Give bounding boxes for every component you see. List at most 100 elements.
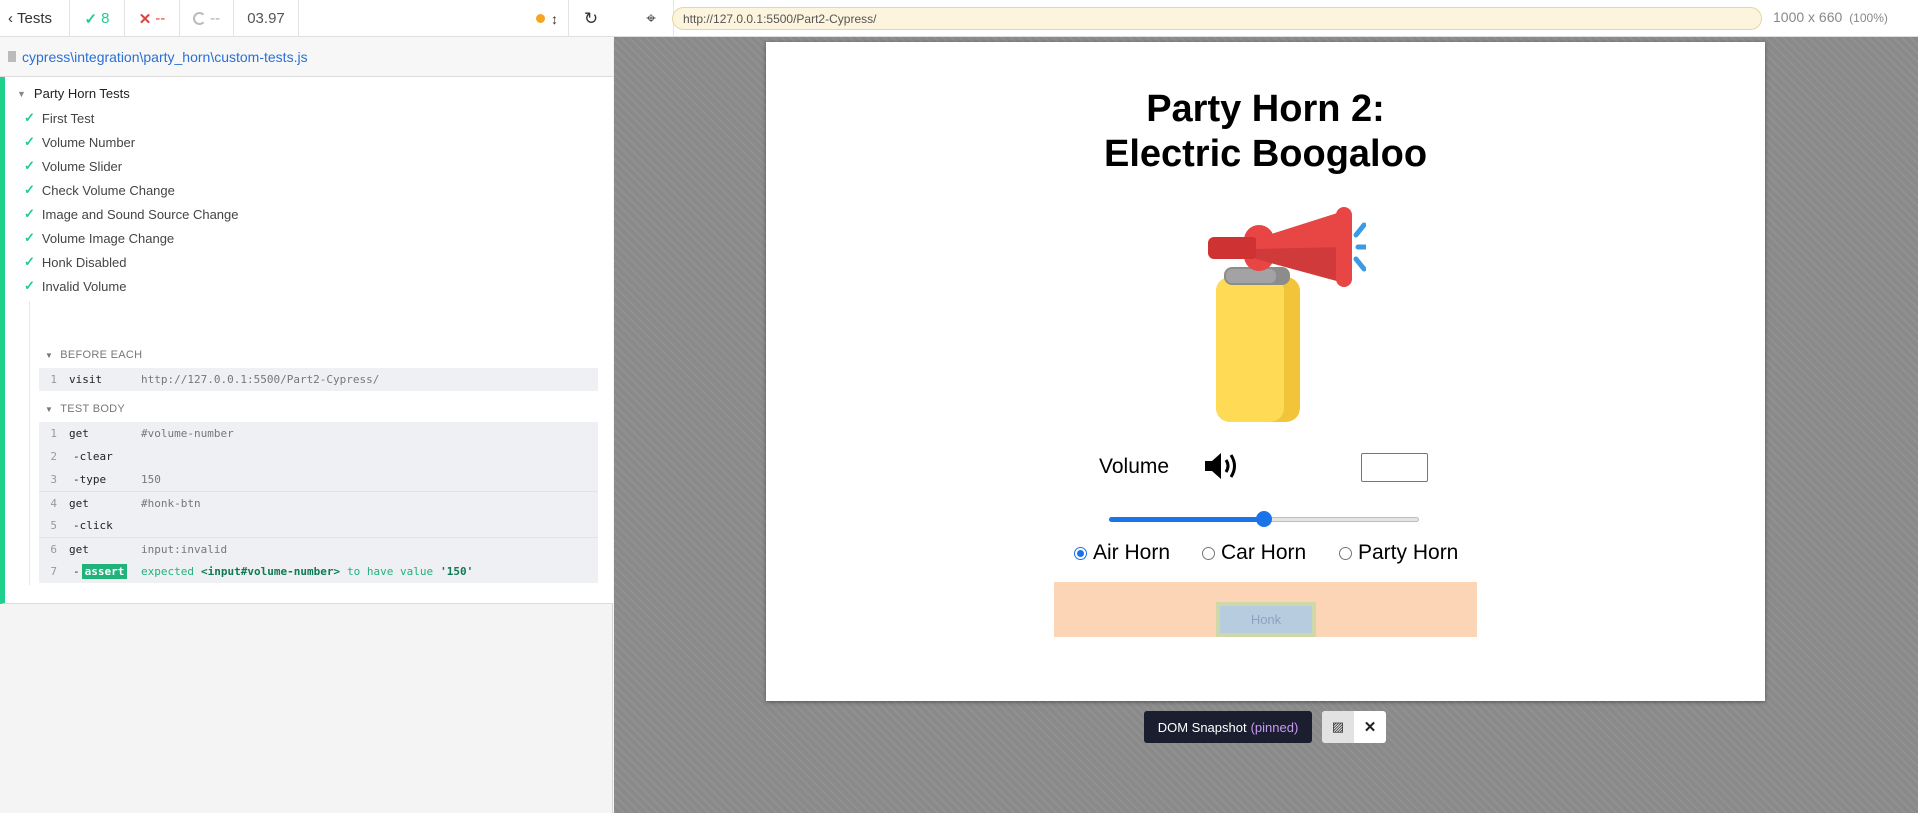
snapshot-label: DOM Snapshot [1157, 719, 1247, 735]
rerun-button[interactable]: ↻ [568, 0, 613, 37]
test-item[interactable]: ✓ Honk Disabled [24, 254, 126, 270]
assert-message: expected <input#volume-number> to have v… [141, 565, 473, 578]
check-icon: ✓ [24, 206, 35, 221]
duration-stat: 03.97 [234, 0, 299, 37]
viewport-info[interactable]: 1000 x 660 (100%) [1773, 9, 1888, 25]
caret-down-icon: ▼ [17, 88, 26, 99]
radio-label: Air Horn [1093, 541, 1171, 564]
command-prefix: - [73, 565, 80, 578]
radio-air-horn[interactable] [1074, 546, 1087, 560]
command-row[interactable]: 1 visit http://127.0.0.1:5500/Part2-Cypr… [39, 368, 598, 391]
command-number: 4 [50, 496, 57, 510]
command-number: 2 [50, 450, 57, 463]
test-body-hook-header[interactable]: ▼ TEST BODY [45, 403, 125, 415]
horn-option-party[interactable]: Party Horn [1339, 541, 1458, 565]
hook-label: BEFORE EACH [60, 349, 143, 361]
test-item[interactable]: ✓ Volume Slider [24, 158, 122, 174]
crosshair-icon: ⌖ [646, 8, 656, 28]
title-line-1: Party Horn 2: [1146, 88, 1385, 130]
failed-stat: ✕ -- [125, 0, 180, 37]
command-number: 7 [50, 565, 57, 578]
back-label: Tests [17, 10, 53, 27]
command-row[interactable]: 1 get #volume-number [39, 422, 598, 445]
test-title: First Test [41, 110, 95, 126]
radio-label: Car Horn [1221, 541, 1307, 564]
reporter-stats-bar: ‹ Tests ✓ 8 ✕ -- -- 03.97 ↕ ↻ [0, 0, 613, 37]
air-horn-image [1208, 207, 1366, 422]
pending-count: -- [210, 10, 220, 27]
command-name: -type [73, 473, 107, 486]
test-title: Volume Slider [41, 158, 123, 174]
check-icon: ✓ [24, 110, 35, 125]
test-item[interactable]: ✓ Volume Number [24, 134, 135, 150]
file-icon [8, 51, 16, 62]
viewport-scale: (100%) [1849, 11, 1888, 25]
volume-speaker-icon [1205, 453, 1236, 479]
highlight-toggle-button[interactable]: ▨ [1322, 711, 1354, 743]
spec-path[interactable]: cypress\integration\party_horn\custom-te… [22, 49, 308, 65]
command-row[interactable]: 3 -type 150 [39, 468, 598, 491]
suite-header[interactable]: ▼ Party Horn Tests [17, 86, 130, 101]
check-icon: ✓ [24, 182, 35, 197]
url-bar[interactable]: http://127.0.0.1:5500/Part2-Cypress/ [672, 7, 1762, 30]
viewport-size: 1000 x 660 [1773, 9, 1843, 25]
assert-msg-verb: to have value [347, 565, 434, 578]
test-item-expanded[interactable]: ✓ Invalid Volume [24, 278, 126, 294]
honk-button[interactable]: Honk [1216, 602, 1316, 637]
chevron-left-icon: ‹ [8, 10, 13, 27]
check-icon: ✓ [24, 230, 35, 245]
failed-count: -- [155, 10, 166, 27]
horn-option-air[interactable]: Air Horn [1074, 541, 1170, 565]
back-to-tests-button[interactable]: ‹ Tests [0, 0, 70, 37]
volume-number-input[interactable] [1361, 453, 1428, 482]
test-title: Check Volume Change [41, 182, 175, 198]
spec-file-header[interactable]: cypress\integration\party_horn\custom-te… [0, 37, 613, 77]
snapshot-controls: ▨ ✕ [1322, 711, 1386, 743]
reload-icon: ↻ [583, 8, 599, 28]
selector-playground-button[interactable]: ⌖ [629, 0, 674, 37]
before-each-hook-header[interactable]: ▼ BEFORE EACH [45, 349, 142, 361]
command-row[interactable]: 2 -clear [39, 445, 598, 468]
dom-snapshot-label: DOM Snapshot (pinned) [1144, 711, 1312, 743]
test-item[interactable]: ✓ First Test [24, 110, 94, 126]
page-title: Party Horn 2: Electric Boogaloo [766, 87, 1765, 177]
unpin-snapshot-button[interactable]: ✕ [1354, 711, 1386, 743]
assert-badge: assert [81, 564, 128, 579]
scroll-arrows-icon: ↕ [551, 10, 558, 27]
test-item[interactable]: ✓ Image and Sound Source Change [24, 206, 239, 222]
radio-label: Party Horn [1358, 541, 1459, 564]
command-name: -click [73, 519, 113, 532]
test-title: Volume Number [41, 134, 136, 150]
radio-party-horn[interactable] [1339, 546, 1352, 560]
hook-label: TEST BODY [60, 403, 126, 415]
radio-car-horn[interactable] [1202, 546, 1215, 560]
command-message: #volume-number [141, 427, 234, 440]
volume-slider[interactable] [1109, 511, 1419, 527]
command-row[interactable]: 4 get #honk-btn [39, 491, 598, 514]
snapshot-state: (pinned) [1250, 719, 1299, 735]
assert-msg-subject: <input#volume-number> [200, 565, 341, 578]
suite-title: Party Horn Tests [33, 86, 130, 101]
command-row[interactable]: 6 get input:invalid [39, 537, 598, 560]
caret-down-icon: ▼ [45, 350, 54, 360]
running-indicator[interactable]: ↕ [536, 0, 568, 37]
check-icon: ✓ [24, 158, 35, 173]
slider-thumb[interactable] [1256, 511, 1272, 527]
check-icon: ✓ [24, 254, 35, 269]
running-dot-icon [536, 14, 545, 23]
test-item[interactable]: ✓ Check Volume Change [24, 182, 175, 198]
highlight-icon: ▨ [1331, 719, 1345, 734]
volume-label: Volume [1099, 455, 1170, 478]
assert-command-row[interactable]: 7 - assert expected <input#volume-number… [39, 560, 598, 583]
check-icon: ✓ [24, 134, 35, 149]
command-name: get [69, 427, 89, 440]
honk-highlight-area: Honk [1054, 582, 1477, 637]
pending-stat: -- [180, 0, 234, 37]
command-name: -clear [73, 450, 113, 463]
test-item[interactable]: ✓ Volume Image Change [24, 230, 174, 246]
passed-count: 8 [101, 10, 110, 27]
horn-option-car[interactable]: Car Horn [1202, 541, 1306, 565]
command-row[interactable]: 5 -click [39, 514, 598, 537]
x-icon: ✕ [138, 10, 152, 28]
test-title: Image and Sound Source Change [41, 206, 239, 222]
